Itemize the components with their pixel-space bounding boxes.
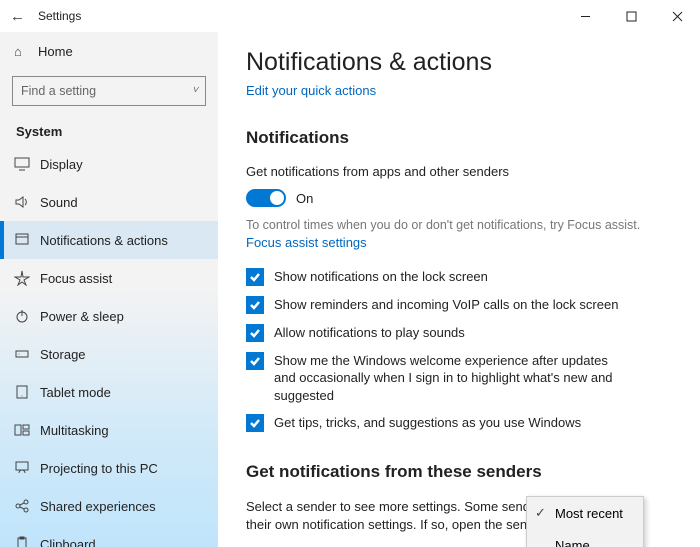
section-senders: Get notifications from these senders xyxy=(246,462,672,482)
sidebar-item-sound[interactable]: Sound xyxy=(0,183,218,221)
sidebar-item-label: Storage xyxy=(40,347,86,362)
search-input[interactable]: Find a setting ⱽ xyxy=(12,76,206,106)
titlebar: ← Settings xyxy=(0,0,700,32)
sidebar-item-label: Multitasking xyxy=(40,423,109,438)
content-pane: Notifications & actions Edit your quick … xyxy=(218,32,700,547)
window-title: Settings xyxy=(38,9,81,23)
storage-icon xyxy=(14,346,40,362)
focus-assist-link[interactable]: Focus assist settings xyxy=(246,235,672,250)
sort-dropdown-menu: ✓ Most recent Name xyxy=(526,496,644,547)
toggle-on-label: On xyxy=(296,191,313,206)
sidebar-category: System xyxy=(0,116,218,145)
notifications-desc: Get notifications from apps and other se… xyxy=(246,164,672,179)
sidebar-item-label: Display xyxy=(40,157,83,172)
sidebar-home-label: Home xyxy=(38,44,73,59)
notifications-icon xyxy=(14,232,40,248)
check-play-sounds[interactable]: Allow notifications to play sounds xyxy=(246,324,626,342)
notifications-checklist: Show notifications on the lock screen Sh… xyxy=(246,268,672,433)
sidebar-item-tablet-mode[interactable]: Tablet mode xyxy=(0,373,218,411)
sidebar-nav: Display Sound Notifications & actions Fo… xyxy=(0,145,218,547)
checkbox-icon xyxy=(246,296,264,314)
shared-icon xyxy=(14,498,40,514)
sidebar-item-label: Projecting to this PC xyxy=(40,461,158,476)
sidebar-item-label: Shared experiences xyxy=(40,499,156,514)
home-icon: ⌂ xyxy=(14,44,38,59)
sidebar-item-power-sleep[interactable]: Power & sleep xyxy=(0,297,218,335)
sort-option-label: Most recent xyxy=(555,506,623,521)
sidebar-item-storage[interactable]: Storage xyxy=(0,335,218,373)
sidebar-item-label: Focus assist xyxy=(40,271,112,286)
checkbox-icon xyxy=(246,324,264,342)
sort-option-most-recent[interactable]: ✓ Most recent xyxy=(527,497,643,529)
checkbox-icon xyxy=(246,352,264,370)
checkbox-icon xyxy=(246,268,264,286)
checkbox-icon xyxy=(246,414,264,432)
multitasking-icon xyxy=(14,422,40,438)
focus-assist-hint: To control times when you do or don't ge… xyxy=(246,217,672,235)
page-title: Notifications & actions xyxy=(246,48,672,77)
sidebar: ⌂ Home Find a setting ⱽ System Display S… xyxy=(0,32,218,547)
sidebar-item-focus-assist[interactable]: Focus assist xyxy=(0,259,218,297)
sidebar-item-display[interactable]: Display xyxy=(0,145,218,183)
sidebar-item-label: Notifications & actions xyxy=(40,233,168,248)
sort-option-name[interactable]: Name xyxy=(527,529,643,547)
section-notifications: Notifications xyxy=(246,128,672,148)
tablet-icon xyxy=(14,384,40,400)
sidebar-item-label: Power & sleep xyxy=(40,309,124,324)
edit-quick-actions-link[interactable]: Edit your quick actions xyxy=(246,83,672,98)
maximize-button[interactable] xyxy=(608,0,654,32)
sidebar-item-notifications[interactable]: Notifications & actions xyxy=(0,221,218,259)
sidebar-item-projecting[interactable]: Projecting to this PC xyxy=(0,449,218,487)
sidebar-item-multitasking[interactable]: Multitasking xyxy=(0,411,218,449)
power-icon xyxy=(14,308,40,324)
settings-window: ← Settings ⌂ Home Find a setting ⱽ Syste… xyxy=(0,0,700,547)
notifications-toggle-row: On xyxy=(246,189,672,207)
check-lock-screen[interactable]: Show notifications on the lock screen xyxy=(246,268,626,286)
focus-assist-icon xyxy=(14,270,40,286)
check-welcome-experience[interactable]: Show me the Windows welcome experience a… xyxy=(246,352,626,405)
sidebar-item-shared-experiences[interactable]: Shared experiences xyxy=(0,487,218,525)
notifications-toggle[interactable] xyxy=(246,189,286,207)
search-placeholder: Find a setting xyxy=(21,84,96,98)
sidebar-home[interactable]: ⌂ Home xyxy=(0,32,218,70)
check-voip-lock-screen[interactable]: Show reminders and incoming VoIP calls o… xyxy=(246,296,626,314)
check-label: Show reminders and incoming VoIP calls o… xyxy=(274,296,618,314)
projecting-icon xyxy=(14,460,40,476)
check-label: Allow notifications to play sounds xyxy=(274,324,465,342)
clipboard-icon xyxy=(14,536,40,547)
sidebar-item-label: Sound xyxy=(40,195,78,210)
search-icon: ⱽ xyxy=(192,84,197,99)
check-icon: ✓ xyxy=(535,505,555,521)
minimize-button[interactable] xyxy=(562,0,608,32)
sidebar-item-clipboard[interactable]: Clipboard xyxy=(0,525,218,547)
sidebar-item-label: Clipboard xyxy=(40,537,96,547)
check-tips-tricks[interactable]: Get tips, tricks, and suggestions as you… xyxy=(246,414,626,432)
close-button[interactable] xyxy=(654,0,700,32)
check-label: Show notifications on the lock screen xyxy=(274,268,488,286)
sort-option-label: Name xyxy=(555,538,590,547)
check-label: Show me the Windows welcome experience a… xyxy=(274,352,626,405)
display-icon xyxy=(14,156,40,172)
check-label: Get tips, tricks, and suggestions as you… xyxy=(274,414,581,432)
sound-icon xyxy=(14,194,40,210)
back-icon[interactable]: ← xyxy=(10,8,32,25)
sidebar-item-label: Tablet mode xyxy=(40,385,111,400)
